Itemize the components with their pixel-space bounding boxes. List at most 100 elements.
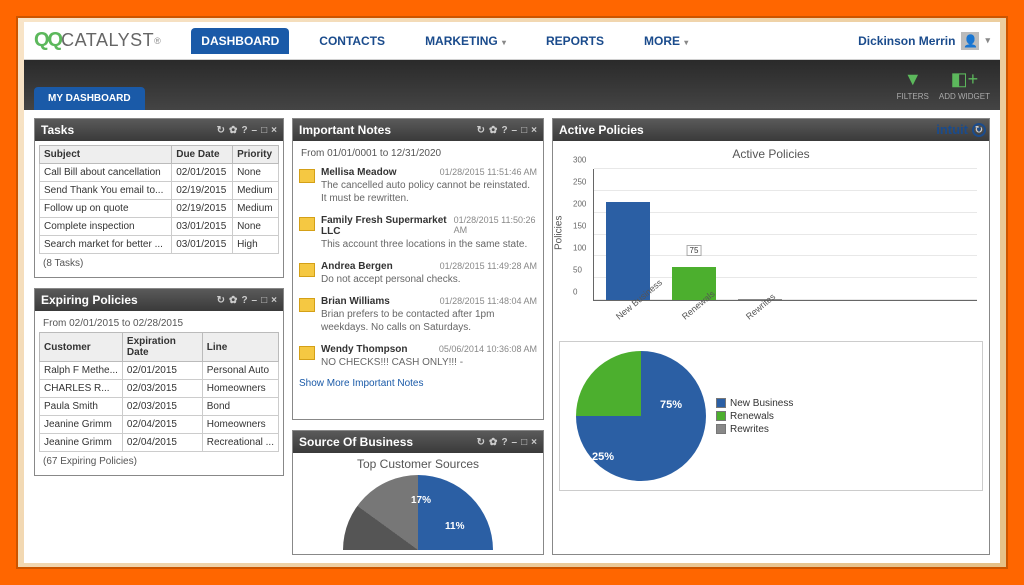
- slice-label-11: 11%: [445, 521, 464, 532]
- note-item[interactable]: Wendy Thompson05/06/2014 10:36:08 AMNO C…: [297, 339, 539, 374]
- refresh-icon[interactable]: ↻: [477, 125, 485, 136]
- note-item[interactable]: Brian Williams01/28/2015 11:48:04 AMBria…: [297, 291, 539, 339]
- col-priority[interactable]: Priority: [233, 146, 279, 164]
- col-customer[interactable]: Customer: [40, 333, 123, 362]
- source-pie-chart: 17% 11%: [343, 475, 493, 550]
- caret-icon: ▾: [682, 38, 688, 47]
- bar-newbusiness[interactable]: [606, 202, 650, 300]
- col-duedate[interactable]: Due Date: [172, 146, 233, 164]
- refresh-icon[interactable]: ↻: [477, 437, 485, 448]
- refresh-icon[interactable]: ↻: [217, 295, 225, 306]
- col-expiration[interactable]: Expiration Date: [122, 333, 202, 362]
- help-icon[interactable]: ?: [241, 125, 247, 136]
- col-subject[interactable]: Subject: [40, 146, 172, 164]
- help-icon[interactable]: ?: [501, 437, 507, 448]
- add-widget-button[interactable]: ◧+ ADD WIDGET: [939, 69, 990, 101]
- note-icon: [299, 346, 315, 360]
- user-menu[interactable]: Dickinson Merrin 👤 ▾: [858, 32, 990, 50]
- col-line[interactable]: Line: [202, 333, 278, 362]
- nav-contacts[interactable]: CONTACTS: [309, 28, 395, 54]
- gear-icon[interactable]: ✿: [489, 125, 497, 136]
- widget-expiring-header[interactable]: Expiring Policies ↻ ✿ ? – □ ×: [35, 289, 283, 311]
- notes-range: From 01/01/0001 to 12/31/2020: [297, 145, 539, 162]
- table-row[interactable]: Paula Smith02/03/2015Bond: [40, 398, 279, 416]
- help-icon[interactable]: ?: [241, 295, 247, 306]
- plus-icon: ◧+: [951, 69, 979, 90]
- note-author: Mellisa Meadow: [321, 167, 397, 178]
- intuit-badge[interactable]: intuit ▾: [936, 122, 986, 137]
- widget-source-header[interactable]: Source Of Business ↻ ✿ ? – □ ×: [293, 431, 543, 453]
- gear-icon[interactable]: ✿: [229, 295, 237, 306]
- note-author: Family Fresh Supermarket LLC: [321, 215, 448, 237]
- minimize-icon[interactable]: –: [252, 295, 258, 306]
- maximize-icon[interactable]: □: [261, 295, 267, 306]
- minimize-icon[interactable]: –: [512, 437, 518, 448]
- note-item[interactable]: Andrea Bergen 01/28/2015 11:49:28 AM Do no…: [297, 256, 539, 291]
- tasks-footer: (8 Tasks): [39, 254, 279, 273]
- nav-more[interactable]: MORE ▾: [634, 28, 698, 54]
- active-bar-chart: Policies 75: [559, 165, 983, 335]
- note-author: Wendy Thompson: [321, 344, 407, 355]
- tab-mydashboard[interactable]: MY DASHBOARD: [34, 87, 145, 110]
- note-icon: [299, 263, 315, 277]
- close-icon[interactable]: ×: [271, 295, 277, 306]
- note-text: Do not accept personal checks.: [321, 273, 537, 286]
- widget-expiring-title: Expiring Policies: [41, 293, 217, 307]
- minimize-icon[interactable]: –: [512, 125, 518, 136]
- maximize-icon[interactable]: □: [521, 437, 527, 448]
- note-item[interactable]: Family Fresh Supermarket LLC01/28/2015 1…: [297, 210, 539, 256]
- table-row[interactable]: Jeanine Grimm02/04/2015Recreational ...: [40, 434, 279, 452]
- top-nav: QQ CATALYST ® DASHBOARD CONTACTS MARKETI…: [24, 22, 1000, 60]
- table-row[interactable]: Search market for better ...03/01/2015Hi…: [40, 236, 279, 254]
- widget-active-policies: Active Policies ↻ Active Policies Polici…: [552, 118, 990, 555]
- widget-tasks-header[interactable]: Tasks ↻ ✿ ? – □ ×: [35, 119, 283, 141]
- show-more-notes-link[interactable]: Show More Important Notes: [297, 374, 539, 393]
- bar-label-renewals: 75: [687, 245, 702, 256]
- active-pie-chart: 75% 25% New Business Renewals Rewrites: [559, 341, 983, 491]
- logo: QQ CATALYST ®: [34, 29, 161, 52]
- note-icon: [299, 169, 315, 183]
- close-icon[interactable]: ×: [531, 125, 537, 136]
- table-row[interactable]: Call Bill about cancellation02/01/2015No…: [40, 164, 279, 182]
- widget-notes-header[interactable]: Important Notes ↻ ✿ ? – □ ×: [293, 119, 543, 141]
- refresh-icon[interactable]: ↻: [217, 125, 225, 136]
- avatar-icon: 👤: [961, 32, 979, 50]
- pie-label-25: 25%: [592, 451, 614, 463]
- table-row[interactable]: CHARLES R...02/03/2015Homeowners: [40, 380, 279, 398]
- minimize-icon[interactable]: –: [252, 125, 258, 136]
- close-icon[interactable]: ×: [271, 125, 277, 136]
- note-author: Andrea Bergen: [321, 261, 393, 272]
- widget-notes-title: Important Notes: [299, 123, 477, 137]
- dashboard-content: Tasks ↻ ✿ ? – □ × Subjec: [24, 110, 1000, 563]
- slice-label-17: 17%: [411, 495, 431, 506]
- maximize-icon[interactable]: □: [261, 125, 267, 136]
- note-item[interactable]: Mellisa Meadow 01/28/2015 11:51:46 AM The …: [297, 162, 539, 210]
- table-row[interactable]: Jeanine Grimm02/04/2015Homeowners: [40, 416, 279, 434]
- note-text: The cancelled auto policy cannot be rein…: [321, 179, 537, 205]
- widget-source: Source Of Business ↻ ✿ ? – □ × Top Custo…: [292, 430, 544, 555]
- expiring-range: From 02/01/2015 to 02/28/2015: [39, 315, 279, 332]
- chevron-down-icon: ▾: [972, 123, 986, 137]
- filters-button[interactable]: ▼ FILTERS: [897, 69, 929, 101]
- note-time: 01/28/2015 11:51:46 AM: [440, 167, 537, 177]
- table-row[interactable]: Ralph F Methe...02/01/2015Personal Auto: [40, 362, 279, 380]
- note-text: This account three locations in the same…: [321, 238, 537, 251]
- widget-active-header[interactable]: Active Policies ↻: [553, 119, 989, 141]
- note-time: 01/28/2015 11:49:28 AM: [440, 261, 537, 271]
- close-icon[interactable]: ×: [531, 437, 537, 448]
- note-time: 05/06/2014 10:36:08 AM: [439, 344, 537, 354]
- maximize-icon[interactable]: □: [521, 125, 527, 136]
- source-chart-title: Top Customer Sources: [297, 457, 539, 471]
- gear-icon[interactable]: ✿: [229, 125, 237, 136]
- table-row[interactable]: Send Thank You email to...02/19/2015Medi…: [40, 182, 279, 200]
- legend-swatch: [716, 411, 726, 421]
- logo-reg: ®: [154, 36, 161, 46]
- gear-icon[interactable]: ✿: [489, 437, 497, 448]
- help-icon[interactable]: ?: [501, 125, 507, 136]
- table-row[interactable]: Follow up on quote02/19/2015Medium: [40, 200, 279, 218]
- table-row[interactable]: Complete inspection03/01/2015None: [40, 218, 279, 236]
- pie-legend: New Business Renewals Rewrites: [716, 396, 793, 437]
- nav-marketing[interactable]: MARKETING ▾: [415, 28, 516, 54]
- nav-reports[interactable]: REPORTS: [536, 28, 614, 54]
- nav-dashboard[interactable]: DASHBOARD: [191, 28, 289, 54]
